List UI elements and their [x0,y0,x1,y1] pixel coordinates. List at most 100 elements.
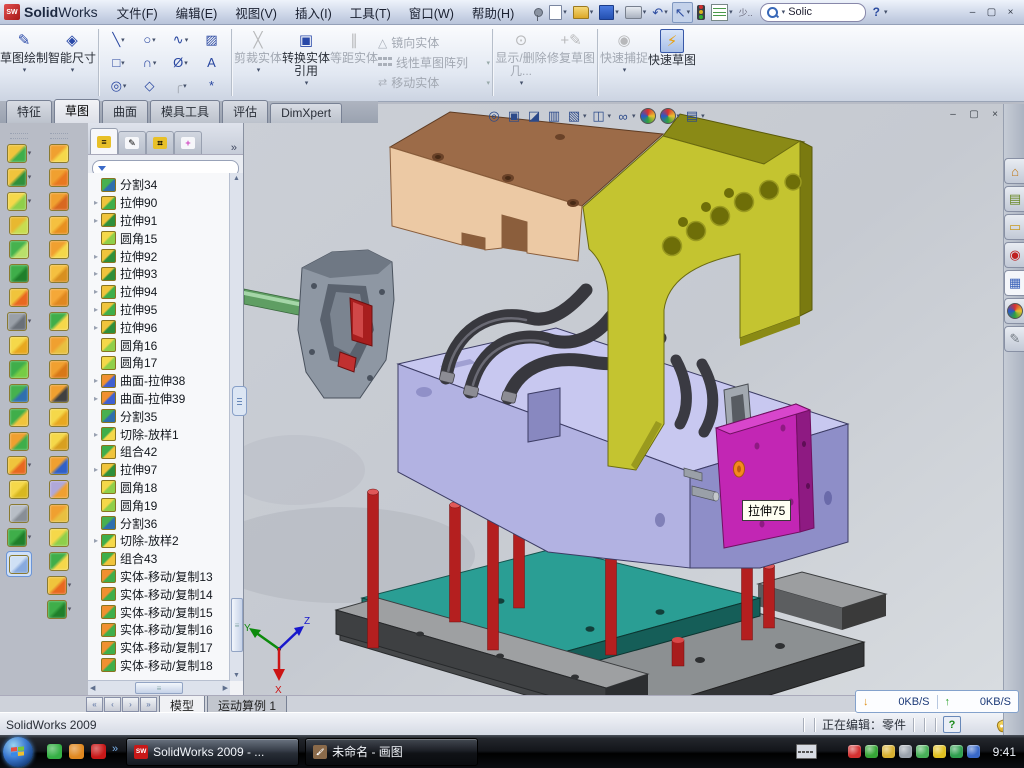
tab-草图[interactable]: 草图 [54,99,100,123]
keyboard-tray-icon[interactable] [796,744,817,759]
doc-minimize-icon[interactable]: – [944,107,962,122]
toolbar-overflow[interactable]: 少.. [737,3,755,22]
hide-show-icon[interactable]: ∞▾ [615,108,636,124]
surface-trim-icon[interactable] [49,191,69,211]
expand-arrow[interactable]: ▸ [91,216,101,225]
dropdown-arrow[interactable]: ▾ [677,112,681,120]
dropdown-arrow[interactable]: ▾ [701,112,705,120]
cylinder-icon[interactable] [49,407,69,427]
appearance-icon[interactable] [640,108,656,124]
arc-icon[interactable]: ∩▾ [134,51,165,74]
tree-item[interactable]: ▸拉伸97 [88,461,230,479]
plane-icon[interactable] [9,479,29,499]
expand-arrow[interactable]: ▸ [91,465,101,474]
tree-item[interactable]: ▸拉伸90 [88,194,230,212]
tree-item[interactable]: 圆角18 [88,479,230,497]
dropdown-arrow[interactable]: ▾ [185,36,189,44]
tree-item[interactable]: 实体-移动/复制18 [88,657,230,675]
hscrollbar-thumb[interactable]: ≡ [135,682,183,694]
sync-blocked-icon[interactable] [967,745,980,758]
menu-item[interactable]: 文件(F) [108,0,167,25]
design-checker-icon[interactable]: ▾ [709,3,735,22]
dropdown-arrow[interactable]: ▾ [28,149,32,157]
dropdown-arrow[interactable]: ▾ [28,461,32,469]
tab-nav-icon[interactable]: » [140,697,157,712]
scene-icon[interactable]: ▤▾ [684,108,705,124]
dropdown-arrow[interactable]: ▾ [121,36,125,44]
scroll-left-icon[interactable]: ◀ [90,684,95,692]
performance-lights-icon[interactable] [695,3,707,22]
paint-task-button[interactable]: 🖌未命名 - 画图 [305,738,478,766]
file-explorer-tab[interactable]: ▭ [1004,214,1024,240]
status-help-icon[interactable]: ? [943,716,961,733]
move-copy-body-icon[interactable] [9,431,29,451]
solidworks-quick-icon[interactable] [91,744,106,759]
tree-item[interactable]: ▸拉伸94 [88,283,230,301]
tree-item[interactable]: ▸曲面-拉伸39 [88,390,230,408]
security-center-icon[interactable] [950,745,963,758]
rib-icon[interactable] [9,335,29,355]
tab-模具工具[interactable]: 模具工具 [150,100,220,123]
new-document-icon[interactable]: ▾ [547,3,569,22]
dropdown-arrow[interactable]: ▾ [28,533,32,541]
dimxpertmanager-tab[interactable]: + [174,131,202,154]
expand-arrow[interactable]: ▸ [91,287,101,296]
tab-特征[interactable]: 特征 [6,100,52,123]
doc-close-icon[interactable]: × [986,107,1004,122]
zoom-to-fit-icon[interactable]: ◎ [486,108,502,124]
scroll-up-icon[interactable]: ▲ [233,175,240,182]
mirror-feature-icon[interactable] [9,359,29,379]
tab-DimXpert[interactable]: DimXpert [270,103,342,123]
parting-surface-icon[interactable] [49,503,69,523]
open-icon[interactable]: ▾ [571,3,596,22]
restore-icon[interactable]: ▢ [983,5,1000,20]
menu-item[interactable]: 插入(I) [286,0,341,25]
tree-item[interactable]: 实体-移动/复制16 [88,621,230,639]
dropdown-arrow[interactable]: ▾ [583,112,587,120]
tree-item[interactable]: ▸拉伸92 [88,247,230,265]
menu-item[interactable]: 编辑(E) [167,0,227,25]
tree-item[interactable]: 实体-移动/复制17 [88,639,230,657]
swept-boss-icon[interactable] [9,215,29,235]
line-icon[interactable]: ╲▾ [103,28,134,51]
dropdown-arrow[interactable]: ▾ [632,112,636,120]
measure-icon[interactable] [6,551,32,577]
convert-entities-button[interactable]: ▣ 转换实体引用▾ [282,24,330,101]
tree-vertical-scrollbar[interactable]: ▲ ▼ ≡ [229,173,243,681]
smart-dimension-button[interactable]: ◈ 智能尺寸▾ [48,24,96,101]
extruded-boss-icon[interactable]: ▾ [7,143,32,163]
shaded-region-icon[interactable]: ▨ [196,28,227,51]
tree-item[interactable]: 实体-移动/复制14 [88,585,230,603]
rapid-sketch-button[interactable]: ⚡ 快速草图 [648,24,696,101]
graphics-viewport[interactable]: Y Z X [243,104,1003,695]
spline-icon[interactable]: ▾ [47,599,72,619]
surface-loft-icon[interactable] [49,215,69,235]
hatch-view-icon[interactable]: ▥ [546,108,562,124]
pin-icon[interactable] [532,3,545,22]
dropdown-arrow[interactable]: ▾ [608,112,612,120]
expand-arrow[interactable]: ▸ [91,536,101,545]
axis-icon[interactable] [9,503,29,523]
dropdown-arrow[interactable]: ▾ [28,197,32,205]
sketch-button[interactable]: ✎ 草图绘制▾ [0,24,48,101]
tree-item[interactable]: 圆角19 [88,496,230,514]
menu-item[interactable]: 帮助(H) [463,0,523,25]
spline-icon[interactable]: ∿▾ [165,28,196,51]
tree-item[interactable]: ▸拉伸95 [88,301,230,319]
tree-item[interactable]: 实体-移动/复制15 [88,603,230,621]
surface-flatten-icon[interactable] [49,239,69,259]
feature-wizard-icon[interactable] [9,287,29,307]
tree-item[interactable]: ▸切除-放样2 [88,532,230,550]
view-palette-tab[interactable]: ▦ [1004,270,1024,296]
curved-pipe-icon[interactable] [49,359,69,379]
search-dropdown-icon[interactable]: ▾ [782,8,786,16]
home-tab[interactable]: ⌂ [1004,158,1024,184]
tree-item[interactable]: 组合43 [88,550,230,568]
planar-surface-icon[interactable] [49,287,69,307]
tree-item[interactable]: 分割36 [88,514,230,532]
scroll-right-icon[interactable]: ▶ [223,684,228,692]
solidworks-task-button[interactable]: SWSolidWorks 2009 - ... [126,738,299,766]
parting-line-icon[interactable] [49,455,69,475]
offset-surface-icon[interactable] [49,263,69,283]
messenger-icon[interactable] [47,744,62,759]
